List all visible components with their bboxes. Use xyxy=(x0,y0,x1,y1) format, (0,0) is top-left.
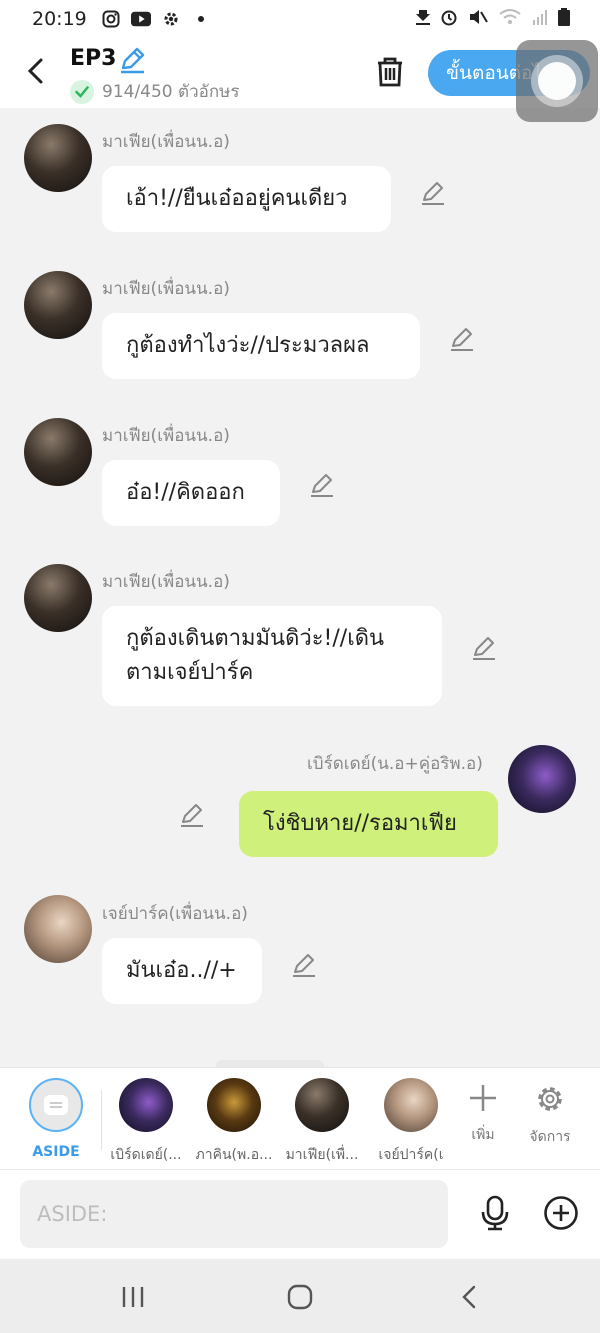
dot-icon xyxy=(191,10,211,28)
character-jaypark[interactable]: เจย์ปาร์ค(เ xyxy=(366,1078,456,1166)
mute-icon xyxy=(468,8,488,30)
character-pakin[interactable]: ภาคิน(พ.อ... xyxy=(189,1078,279,1166)
pencil-icon xyxy=(121,47,145,74)
delete-button[interactable] xyxy=(372,54,408,90)
message-bubble[interactable]: โง่ชิบหาย//รอมาเฟีย xyxy=(239,791,498,857)
edit-message-button[interactable] xyxy=(471,635,497,661)
avatar[interactable] xyxy=(24,124,92,192)
plus-circle-icon xyxy=(544,1196,578,1230)
character-label: ภาคิน(พ.อ... xyxy=(195,1147,273,1163)
sender-name: เบิร์ดเดย์(น.อ+คู่อริพ.อ) xyxy=(307,754,483,774)
message-bubble[interactable]: กูต้องเดินตามมันดิว่ะ!//เดิน ตามเจย์ปาร์… xyxy=(102,606,442,706)
message-text: อ๋อ!//คิดออก xyxy=(126,480,245,505)
sender-name: เจย์ปาร์ค(เพื่อนน.อ) xyxy=(102,904,248,924)
add-character-button[interactable]: เพิ่ม xyxy=(453,1082,513,1146)
avatar[interactable] xyxy=(508,745,576,813)
message-text-line: กูต้องเดินตามมันดิว่ะ!//เดิน xyxy=(126,626,385,651)
pencil-icon xyxy=(293,954,315,977)
message-input[interactable] xyxy=(20,1180,448,1248)
microphone-icon xyxy=(481,1195,509,1231)
avatar[interactable] xyxy=(24,895,92,963)
episode-title: EP3 xyxy=(70,46,117,71)
assistive-touch-icon xyxy=(531,55,583,107)
chevron-left-icon xyxy=(27,58,43,84)
character-label: เบิร์ดเดย์(... xyxy=(110,1147,182,1163)
character-birthday[interactable]: เบิร์ดเดย์(... xyxy=(101,1078,191,1166)
voice-button[interactable] xyxy=(476,1194,514,1232)
add-label: เพิ่ม xyxy=(471,1127,495,1143)
download-icon xyxy=(416,8,430,30)
edit-message-button[interactable] xyxy=(291,952,317,978)
char-count: 914/450 ตัวอักษร xyxy=(102,82,240,102)
character-avatar xyxy=(119,1078,173,1132)
gear-icon xyxy=(538,1087,562,1111)
sender-name: มาเฟีย(เพื่อนน.อ) xyxy=(102,426,230,446)
nav-back-button[interactable] xyxy=(449,1279,489,1315)
message-text: กูต้องทำไงว่ะ//ประมวลผล xyxy=(126,333,370,358)
character-aside[interactable]: ASIDE xyxy=(11,1078,101,1160)
edit-message-button[interactable] xyxy=(420,180,446,206)
message-bubble[interactable]: มันเอ๋อ..//+ xyxy=(102,938,262,1004)
header: EP3 914/450 ตัวอักษร ขั้นตอนต่อไป xyxy=(0,38,600,108)
plus-icon xyxy=(470,1085,496,1111)
recent-apps-button[interactable] xyxy=(113,1279,153,1315)
assistive-touch-button[interactable] xyxy=(516,40,598,122)
recent-apps-icon xyxy=(122,1287,144,1307)
message-bubble[interactable]: เอ้า!//ยืนเอ๋ออยู่คนเดียว xyxy=(102,166,391,232)
system-nav-bar xyxy=(0,1259,600,1333)
check-icon xyxy=(70,79,94,104)
youtube-icon xyxy=(130,10,151,28)
character-avatar xyxy=(384,1078,438,1132)
sender-name: มาเฟีย(เพื่อนน.อ) xyxy=(102,132,230,152)
back-icon xyxy=(462,1285,476,1309)
pencil-icon xyxy=(473,637,495,660)
pencil-icon xyxy=(181,804,203,827)
pencil-icon xyxy=(311,474,333,497)
message-text: โง่ชิบหาย//รอมาเฟีย xyxy=(263,811,457,836)
instagram-icon xyxy=(101,10,121,28)
pencil-icon xyxy=(451,328,473,351)
edit-message-button[interactable] xyxy=(179,802,205,828)
character-bar: ASIDE เบิร์ดเดย์(... ภาคิน(พ.อ... มาเฟีย… xyxy=(0,1067,600,1169)
character-avatar xyxy=(207,1078,261,1132)
character-label: เจย์ปาร์ค(เ xyxy=(378,1147,444,1163)
edit-title-button[interactable] xyxy=(118,46,146,74)
pencil-icon xyxy=(422,182,444,205)
alarm-icon xyxy=(440,8,458,30)
back-button[interactable] xyxy=(20,56,50,86)
message-text-line: ตามเจย์ปาร์ค xyxy=(126,660,254,685)
message-text: มันเอ๋อ..//+ xyxy=(126,958,237,983)
manage-characters-button[interactable]: จัดการ xyxy=(520,1082,580,1148)
edit-message-button[interactable] xyxy=(449,326,475,352)
aside-icon xyxy=(29,1078,83,1132)
message-bubble[interactable]: กูต้องทำไงว่ะ//ประมวลผล xyxy=(102,313,420,379)
status-time: 20:19 xyxy=(32,8,87,30)
add-content-button[interactable] xyxy=(543,1195,579,1231)
home-icon xyxy=(287,1284,313,1310)
avatar[interactable] xyxy=(24,564,92,632)
character-avatar xyxy=(295,1078,349,1132)
character-label: ASIDE xyxy=(32,1144,80,1160)
wifi-icon xyxy=(498,8,522,30)
sender-name: มาเฟีย(เพื่อนน.อ) xyxy=(102,279,230,299)
signal-icon xyxy=(532,8,548,30)
input-bar xyxy=(0,1169,600,1259)
message-text: เอ้า!//ยืนเอ๋ออยู่คนเดียว xyxy=(126,186,348,211)
home-button[interactable] xyxy=(280,1279,320,1315)
avatar[interactable] xyxy=(24,271,92,339)
character-label: มาเฟีย(เพื่... xyxy=(285,1147,359,1163)
sender-name: มาเฟีย(เพื่อนน.อ) xyxy=(102,572,230,592)
message-bubble[interactable]: อ๋อ!//คิดออก xyxy=(102,460,280,526)
battery-icon xyxy=(558,8,570,30)
edit-message-button[interactable] xyxy=(309,472,335,498)
manage-label: จัดการ xyxy=(529,1129,571,1145)
character-mafia[interactable]: มาเฟีย(เพื่... xyxy=(277,1078,367,1166)
status-bar: 20:19 xyxy=(0,0,600,38)
settings-icon xyxy=(161,10,181,28)
trash-icon xyxy=(378,57,402,87)
char-count-row: 914/450 ตัวอักษร xyxy=(70,78,239,105)
avatar[interactable] xyxy=(24,418,92,486)
